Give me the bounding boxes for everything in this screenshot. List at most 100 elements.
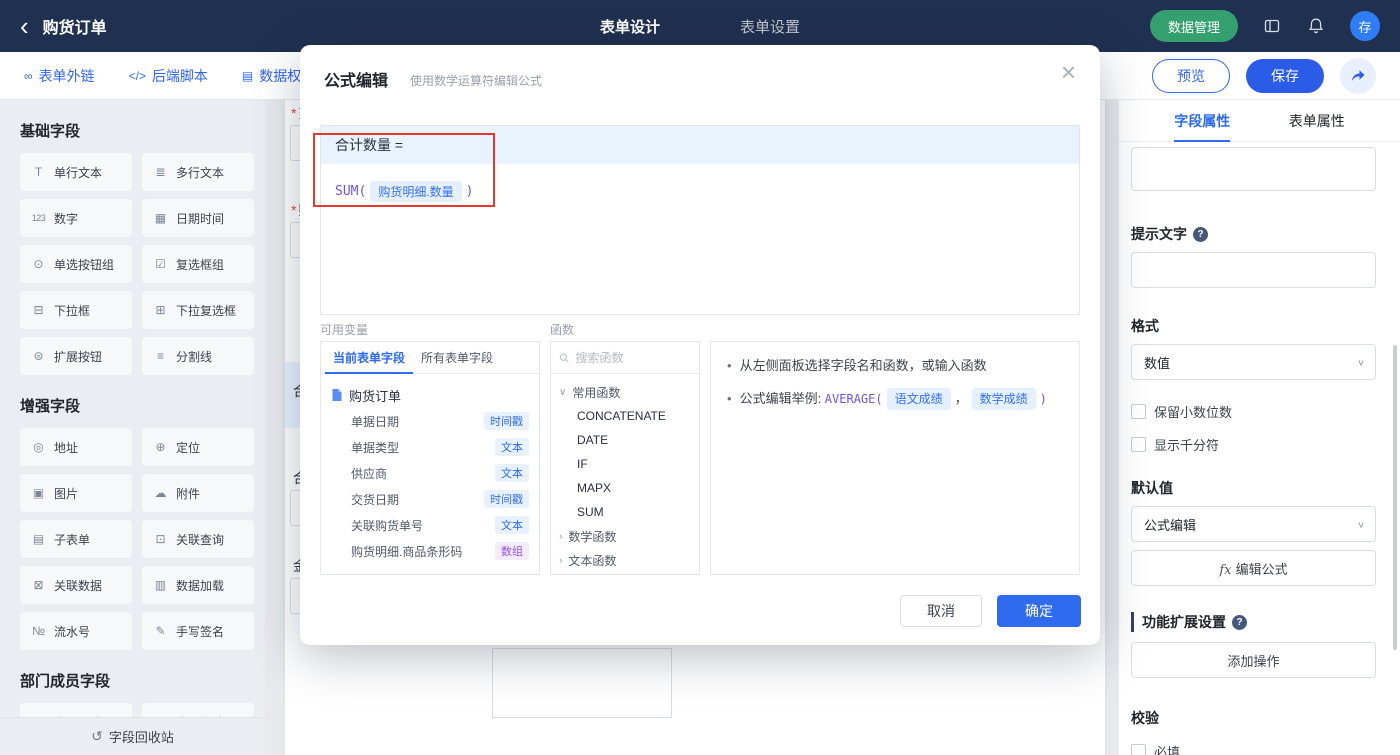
var-row[interactable]: 供应商 文本 [331, 460, 529, 486]
function-group-text[interactable]: › 文本函数 [551, 548, 699, 572]
field-subform[interactable]: ▤ 子表单 [20, 520, 132, 558]
field-multi-text[interactable]: ≣ 多行文本 [142, 153, 254, 191]
field-ext-button[interactable]: ⊜ 扩展按钮 [20, 337, 132, 375]
confirm-button[interactable]: 确定 [997, 595, 1081, 627]
backend-script-item[interactable]: </> 后端脚本 [129, 66, 208, 86]
function-item[interactable]: SUM [551, 500, 699, 524]
data-permission-item[interactable]: ▤ 数据权 [242, 66, 301, 86]
help-icon[interactable]: ? [1232, 614, 1247, 630]
field-divider[interactable]: ≡ 分割线 [142, 337, 254, 375]
field-datetime[interactable]: ▦ 日期时间 [142, 199, 254, 237]
data-manage-button[interactable]: 数据管理 [1149, 10, 1238, 42]
preview-button[interactable]: 预览 [1152, 58, 1230, 93]
function-item[interactable]: DATE [551, 428, 699, 452]
search-icon [559, 352, 569, 362]
tab-all-form-fields[interactable]: 所有表单字段 [413, 342, 501, 374]
formula-function-open: SUM( [335, 184, 367, 199]
extension-settings-header: 功能扩展设置 ? [1131, 612, 1376, 632]
default-value-select[interactable]: 公式编辑 ∨ [1131, 506, 1376, 542]
add-action-button[interactable]: 添加操作 [1131, 642, 1376, 678]
field-select[interactable]: ⊟ 下拉框 [20, 291, 132, 329]
select-icon: ⊟ [33, 303, 44, 317]
formula-field-token[interactable]: 购货明细.数量 [370, 181, 462, 202]
field-number[interactable]: 123 数字 [20, 199, 132, 237]
bullet-icon: • [727, 358, 732, 373]
type-badge: 时间戳 [484, 490, 529, 508]
field-serial-number[interactable]: № 流水号 [20, 612, 132, 650]
function-search-input[interactable] [575, 350, 691, 365]
field-address[interactable]: ◎ 地址 [20, 428, 132, 466]
var-row[interactable]: 关联购货单号 文本 [331, 512, 529, 538]
chevron-down-icon: ∨ [1356, 357, 1365, 368]
field-related-data[interactable]: ⊠ 关联数据 [20, 566, 132, 604]
save-button[interactable]: 保存 [1246, 58, 1324, 93]
section-title-basic: 基础字段 [20, 123, 81, 140]
close-icon[interactable]: × [1061, 59, 1076, 85]
keep-decimal-checkbox[interactable]: 保留小数位数 [1131, 402, 1376, 421]
edit-formula-button[interactable]: fx 编辑公式 [1131, 550, 1376, 586]
format-label: 格式 [1131, 318, 1159, 334]
field-radio-group[interactable]: ⊙ 单选按钮组 [20, 245, 132, 283]
toolbar-right: 预览 保存 [1152, 57, 1376, 94]
required-checkbox[interactable]: 必填 [1131, 742, 1376, 755]
enhanced-fields-grid: ◎ 地址 ⊕ 定位 ▣ 图片 ☁ 附件 ▤ 子表单 ⊡ 关联查询 ⊠ 关联数据 ▥ 数据加载 №… [20, 428, 265, 650]
signature-icon: ✎ [155, 624, 166, 638]
tab-field-properties[interactable]: 字段属性 [1174, 100, 1231, 142]
function-item[interactable]: MAPX [551, 476, 699, 500]
thousand-separator-checkbox[interactable]: 显示千分符 [1131, 435, 1376, 454]
formula-input-area[interactable]: SUM( 购货明细.数量 ) [321, 164, 1079, 219]
tab-form-design[interactable]: 表单设计 [600, 16, 660, 37]
checkbox-unchecked[interactable] [1131, 404, 1146, 419]
format-select[interactable]: 数值 ∨ [1131, 344, 1376, 380]
checkbox-unchecked[interactable] [1131, 744, 1146, 755]
avatar[interactable]: 存 [1350, 11, 1380, 41]
example-field-token: 语文成绩 [886, 387, 951, 410]
formula-target: 合计数量 = [321, 126, 1079, 164]
panel-scrollbar[interactable] [1393, 345, 1397, 650]
field-library-sidebar: 基础字段 T 单行文本 ≣ 多行文本 123 数字 ▦ 日期时间 ⊙ 单选按钮组 ☑ 复选框… [0, 100, 265, 755]
function-search [551, 342, 699, 374]
script-icon: </> [128, 68, 146, 83]
hint-text-input[interactable] [1131, 252, 1376, 288]
var-row[interactable]: 购货明细.商品条形码 数组 [331, 538, 529, 564]
field-image[interactable]: ▣ 图片 [20, 474, 132, 512]
field-attachment[interactable]: ☁ 附件 [142, 474, 254, 512]
properties-tabs: 字段属性 表单属性 [1119, 100, 1400, 142]
field-location[interactable]: ⊕ 定位 [142, 428, 254, 466]
field-lookup[interactable]: ⊡ 关联查询 [142, 520, 254, 558]
function-group-math[interactable]: › 数学函数 [551, 524, 699, 548]
function-item[interactable]: IF [551, 452, 699, 476]
field-multi-select[interactable]: ⊞ 下拉复选框 [142, 291, 254, 329]
field-title-input[interactable] [1131, 147, 1376, 191]
cancel-button[interactable]: 取消 [900, 595, 982, 627]
tab-form-settings[interactable]: 表单设置 [740, 16, 800, 37]
form-external-link-label: 表单外链 [38, 67, 95, 84]
function-group-common[interactable]: ∨ 常用函数 [551, 380, 699, 404]
field-checkbox-group[interactable]: ☑ 复选框组 [142, 245, 254, 283]
back-icon[interactable]: ‹ [20, 13, 29, 39]
share-button[interactable] [1340, 57, 1376, 94]
bullet-icon: • [727, 390, 732, 406]
field-single-text[interactable]: T 单行文本 [20, 153, 132, 191]
subform-cell-fragment[interactable] [492, 648, 672, 718]
field-recycle-bin[interactable]: ↺ 字段回收站 [0, 717, 265, 755]
checkbox-icon: ☑ [155, 257, 166, 271]
variables-panel: 当前表单字段 所有表单字段 购货订单 单据日期 时间戳 单据类型 文本 供应商 文本 … [320, 341, 540, 575]
tab-form-properties[interactable]: 表单属性 [1289, 100, 1345, 142]
bell-icon[interactable] [1306, 16, 1326, 36]
variables-label: 可用变量 [320, 323, 369, 337]
form-external-link-item[interactable]: ∞ 表单外链 [24, 66, 95, 86]
var-row[interactable]: 单据类型 文本 [331, 434, 529, 460]
var-row[interactable]: 单据日期 时间戳 [331, 408, 529, 434]
var-row[interactable]: 交货日期 时间戳 [331, 486, 529, 512]
checkbox-unchecked[interactable] [1131, 437, 1146, 452]
field-signature[interactable]: ✎ 手写签名 [142, 612, 254, 650]
tab-current-form-fields[interactable]: 当前表单字段 [325, 342, 414, 374]
help-icon[interactable]: ? [1193, 226, 1208, 242]
field-data-load[interactable]: ▥ 数据加载 [142, 566, 254, 604]
panel-toggle-icon[interactable] [1262, 16, 1282, 36]
multi-text-icon: ≣ [155, 165, 166, 179]
function-item[interactable]: CONCATENATE [551, 404, 699, 428]
example-field-token: 数学成绩 [971, 387, 1036, 410]
variables-root-node[interactable]: 购货订单 [331, 382, 529, 408]
